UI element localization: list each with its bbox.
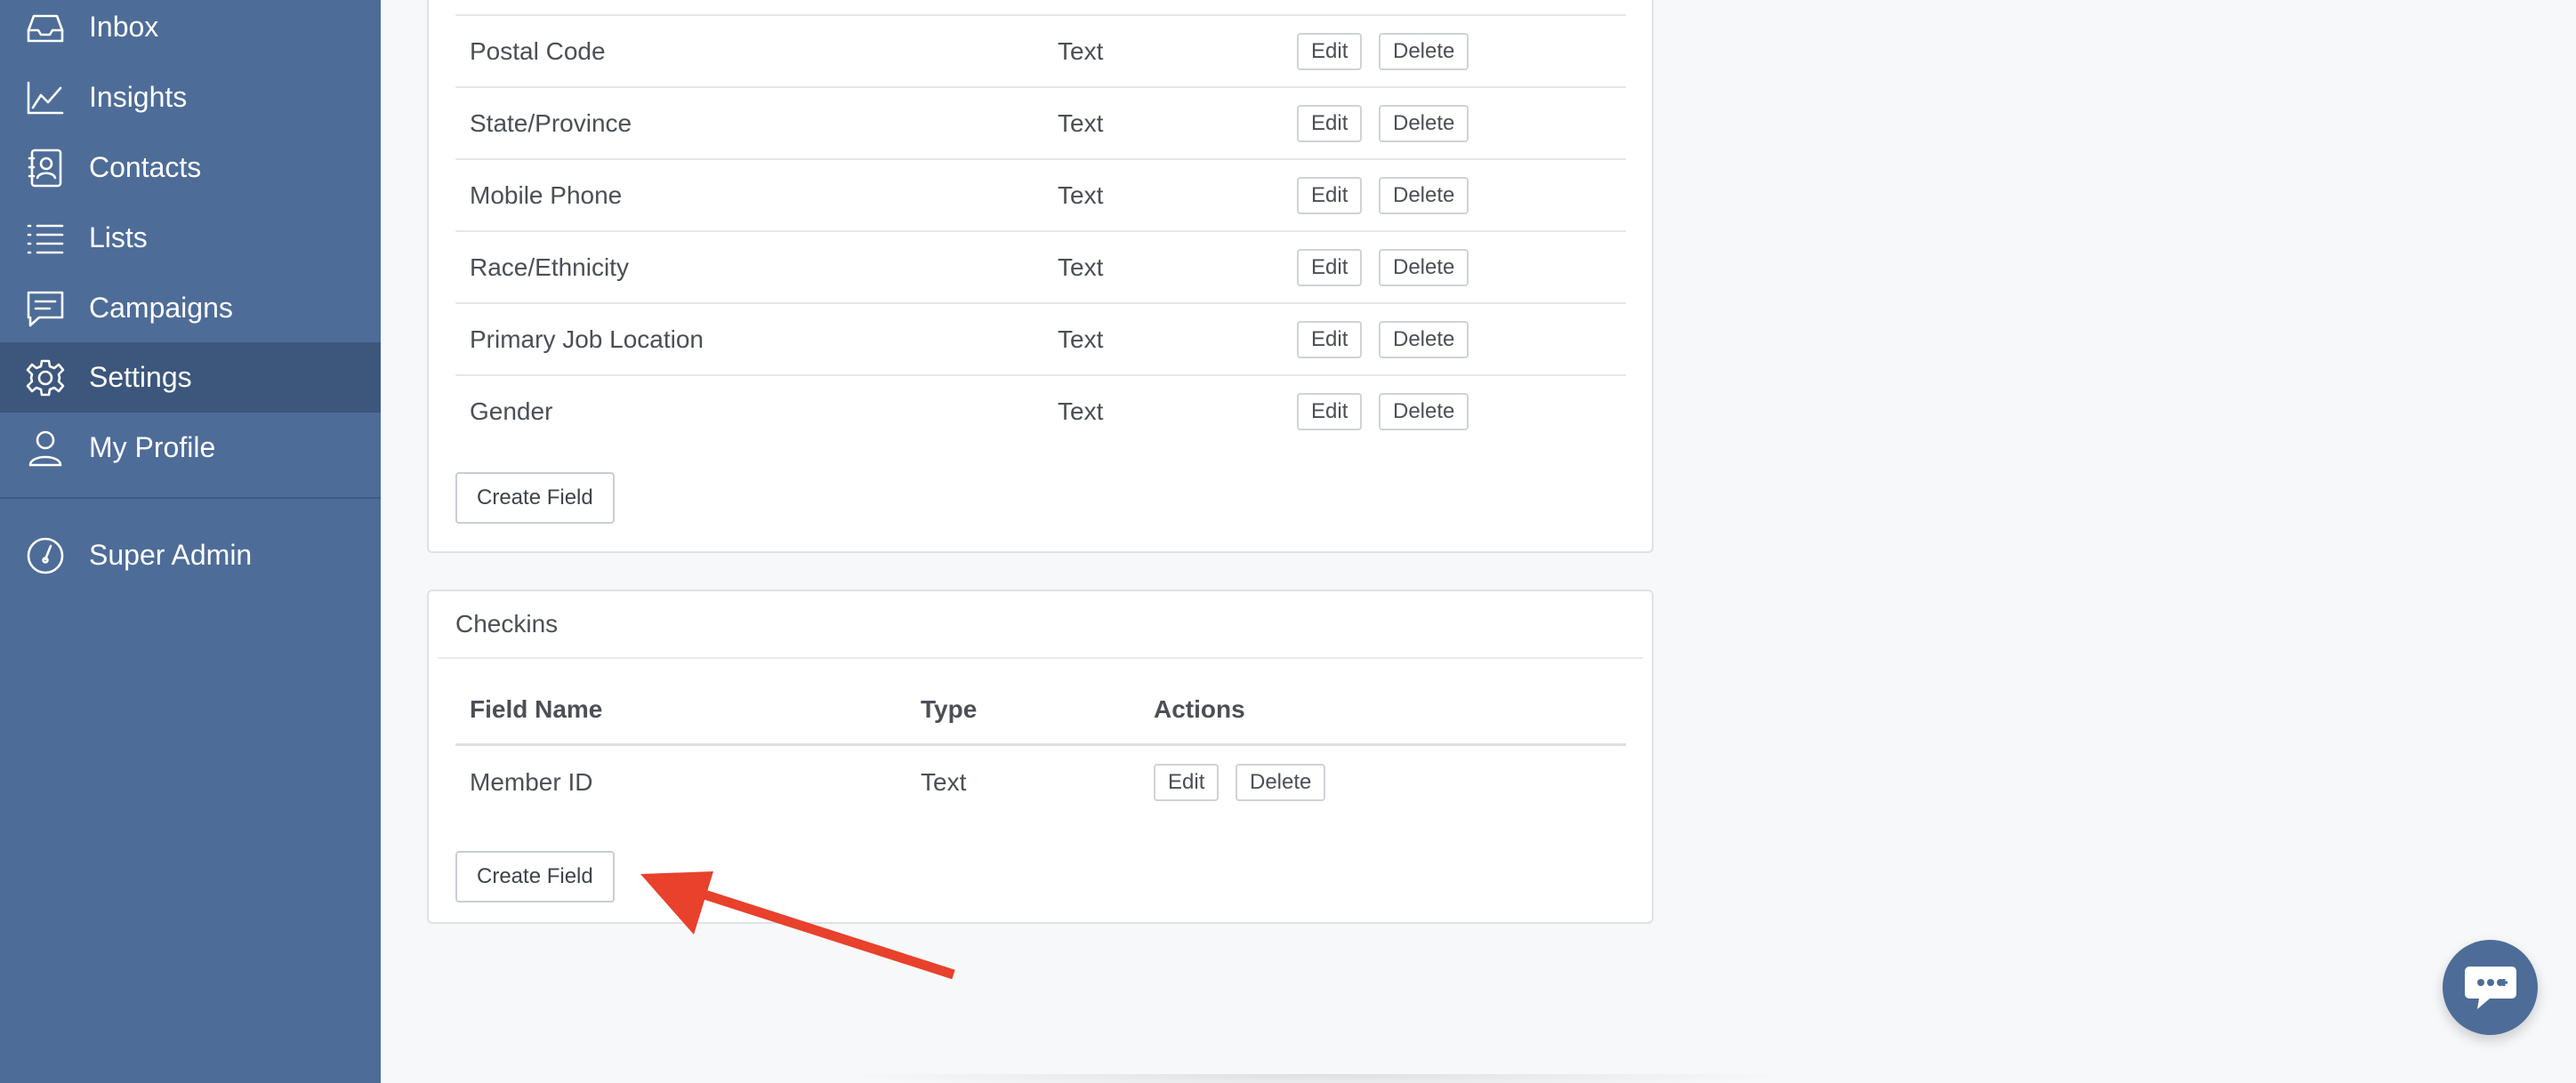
edit-button[interactable]: Edit	[1297, 176, 1363, 214]
field-name: Postal Code	[470, 36, 606, 65]
sidebar-item-lists[interactable]: Lists	[0, 203, 381, 273]
gear-icon	[24, 357, 67, 399]
custom-fields-panel: Postal Code Text Edit Delete State/Provi…	[427, 0, 1654, 553]
sidebar-item-label: Super Admin	[89, 539, 253, 571]
sidebar-item-label: Inbox	[89, 11, 159, 43]
chart-icon	[24, 76, 67, 119]
contacts-icon	[24, 147, 67, 189]
sidebar-item-contacts[interactable]: Contacts	[0, 132, 381, 203]
column-header-field-name: Field Name	[470, 694, 603, 723]
sidebar-divider	[0, 497, 381, 499]
sidebar-item-insights[interactable]: Insights	[0, 62, 381, 132]
delete-button[interactable]: Delete	[1379, 32, 1469, 70]
edit-button[interactable]: Edit	[1297, 32, 1363, 70]
field-type: Text	[1058, 36, 1104, 65]
field-name: State/Province	[470, 108, 632, 137]
checkins-panel: Checkins Field Name Type Actions Member …	[427, 590, 1654, 924]
panel-title: Checkins	[455, 610, 559, 638]
edit-button[interactable]: Edit	[1154, 763, 1220, 801]
create-field-button[interactable]: Create Field	[455, 472, 615, 524]
edit-button[interactable]: Edit	[1297, 104, 1363, 142]
field-type: Text	[1058, 180, 1104, 209]
field-type: Text	[1058, 253, 1104, 281]
field-name: Member ID	[470, 767, 593, 796]
sidebar: Inbox Insights Contacts Lists Campaigns …	[0, 0, 381, 1083]
column-header-actions: Actions	[1154, 694, 1245, 723]
table-row: Race/Ethnicity Text Edit Delete	[455, 230, 1626, 302]
delete-button[interactable]: Delete	[1236, 763, 1326, 801]
field-type: Text	[1058, 108, 1104, 137]
gauge-icon	[24, 534, 67, 577]
sidebar-item-settings[interactable]: Settings	[0, 342, 381, 413]
table-header: Field Name Type Actions	[455, 675, 1626, 746]
edit-button[interactable]: Edit	[1297, 392, 1363, 430]
field-name: Primary Job Location	[470, 325, 704, 353]
message-icon	[24, 287, 67, 330]
divider	[438, 657, 1643, 659]
sidebar-item-label: Lists	[89, 221, 148, 253]
sidebar-item-inbox[interactable]: Inbox	[0, 0, 381, 62]
list-icon	[24, 217, 67, 260]
create-field-button[interactable]: Create Field	[455, 851, 615, 902]
footer-shadow	[836, 1074, 1797, 1083]
table-row: Mobile Phone Text Edit Delete	[455, 158, 1626, 230]
table-row: Primary Job Location Text Edit Delete	[455, 302, 1626, 374]
field-type: Text	[921, 767, 967, 796]
inbox-icon	[24, 6, 67, 49]
table-row: Postal Code Text Edit Delete	[455, 14, 1626, 86]
field-name: Race/Ethnicity	[470, 253, 629, 281]
sidebar-item-label: Insights	[89, 81, 188, 113]
edit-button[interactable]: Edit	[1297, 248, 1363, 286]
delete-button[interactable]: Delete	[1379, 104, 1469, 142]
field-name: Gender	[470, 397, 553, 425]
table-row: State/Province Text Edit Delete	[455, 86, 1626, 158]
field-type: Text	[1058, 325, 1104, 353]
table-row: Member ID Text Edit Delete	[455, 746, 1626, 818]
sidebar-item-label: My Profile	[89, 431, 216, 463]
table-row: Gender Text Edit Delete	[455, 374, 1626, 446]
chat-button[interactable]	[2443, 940, 2538, 1035]
field-type: Text	[1058, 397, 1104, 425]
sidebar-item-label: Contacts	[89, 151, 202, 183]
sidebar-item-my-profile[interactable]: My Profile	[0, 413, 381, 483]
chat-bubble-icon	[2464, 966, 2516, 1009]
delete-button[interactable]: Delete	[1379, 392, 1469, 430]
edit-button[interactable]: Edit	[1297, 320, 1363, 358]
delete-button[interactable]: Delete	[1379, 248, 1469, 286]
delete-button[interactable]: Delete	[1379, 176, 1469, 214]
field-name: Mobile Phone	[470, 180, 623, 209]
delete-button[interactable]: Delete	[1379, 320, 1469, 358]
sidebar-item-campaigns[interactable]: Campaigns	[0, 273, 381, 343]
sidebar-item-label: Settings	[89, 361, 192, 393]
user-icon	[24, 427, 67, 469]
sidebar-item-label: Campaigns	[89, 292, 233, 324]
column-header-type: Type	[921, 694, 978, 723]
sidebar-item-super-admin[interactable]: Super Admin	[0, 520, 381, 590]
